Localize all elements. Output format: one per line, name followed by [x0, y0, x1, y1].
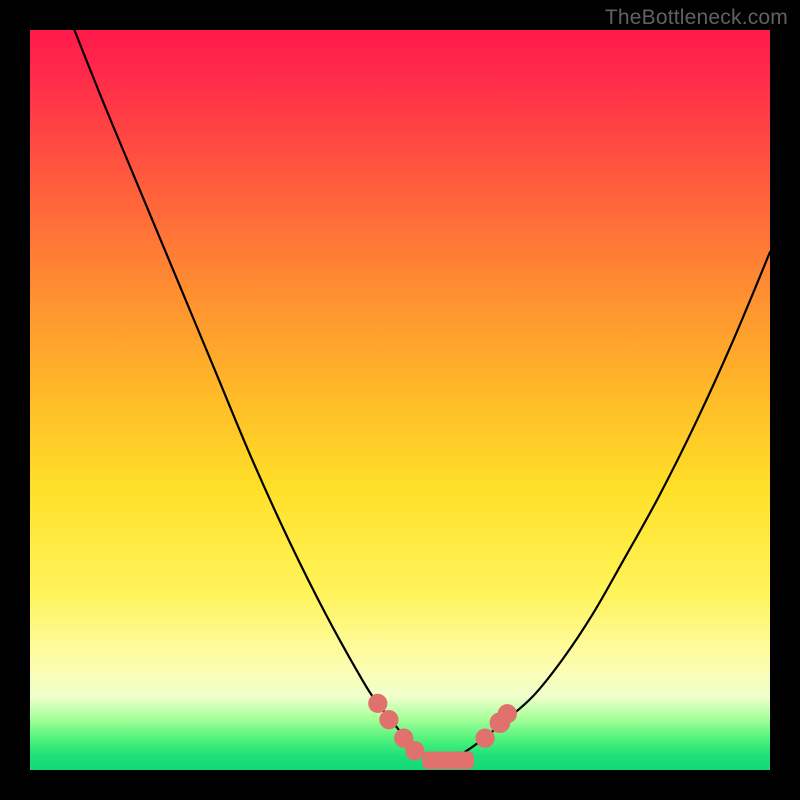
watermark-label: TheBottleneck.com	[605, 6, 788, 30]
plot-area	[30, 30, 770, 770]
curve-markers	[368, 694, 517, 761]
curve-marker	[379, 710, 398, 729]
plateau-marker	[422, 752, 474, 770]
curve-marker	[405, 741, 424, 760]
left-curve	[74, 30, 437, 763]
chart-frame: TheBottleneck.com	[0, 0, 800, 800]
curve-marker	[475, 729, 494, 748]
right-curve	[437, 252, 770, 763]
curve-marker	[368, 694, 387, 713]
chart-svg	[30, 30, 770, 770]
curve-marker	[498, 704, 517, 723]
